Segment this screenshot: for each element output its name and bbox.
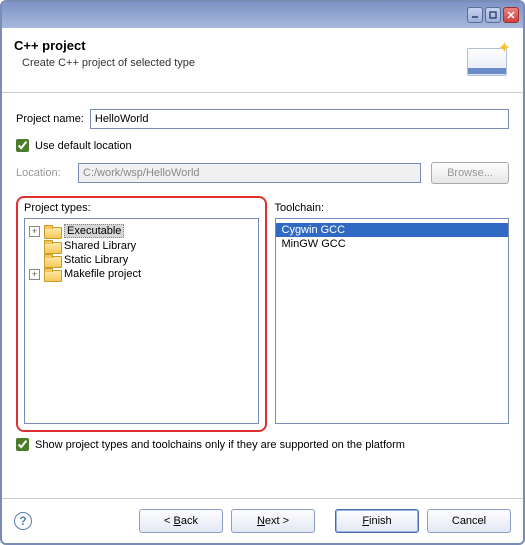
show-supported-checkbox[interactable] bbox=[16, 438, 29, 451]
tree-item-executable[interactable]: + Executable bbox=[25, 223, 258, 239]
wizard-icon: ✦ bbox=[463, 38, 511, 80]
use-default-location-label: Use default location bbox=[35, 140, 132, 152]
use-default-location-checkbox[interactable] bbox=[16, 139, 29, 152]
tree-item-label: Makefile project bbox=[64, 268, 141, 280]
project-types-panel: Project types: + Executable Shared Libra… bbox=[16, 196, 267, 432]
tree-item-shared-library[interactable]: Shared Library bbox=[25, 239, 258, 253]
tree-item-label: Shared Library bbox=[64, 240, 136, 252]
tree-item-makefile-project[interactable]: + Makefile project bbox=[25, 267, 258, 281]
tree-connector bbox=[29, 255, 40, 266]
location-input bbox=[78, 163, 421, 183]
folder-icon bbox=[44, 268, 60, 280]
plus-icon[interactable]: + bbox=[29, 226, 40, 237]
project-name-label: Project name: bbox=[16, 113, 84, 125]
next-button[interactable]: Next > bbox=[231, 509, 315, 533]
project-name-input[interactable] bbox=[90, 109, 509, 129]
maximize-button[interactable] bbox=[485, 7, 501, 23]
location-label: Location: bbox=[16, 167, 72, 179]
plus-icon[interactable]: + bbox=[29, 269, 40, 280]
folder-icon bbox=[44, 254, 60, 266]
banner: C++ project Create C++ project of select… bbox=[2, 28, 523, 93]
back-button[interactable]: < Back bbox=[139, 509, 223, 533]
tree-connector bbox=[29, 241, 40, 252]
show-supported-label: Show project types and toolchains only i… bbox=[35, 439, 405, 451]
list-item-mingw-gcc[interactable]: MinGW GCC bbox=[276, 237, 509, 251]
tree-item-label: Static Library bbox=[64, 254, 128, 266]
minimize-button[interactable] bbox=[467, 7, 483, 23]
toolchain-list[interactable]: Cygwin GCC MinGW GCC bbox=[275, 218, 510, 424]
tree-item-static-library[interactable]: Static Library bbox=[25, 253, 258, 267]
folder-icon bbox=[44, 240, 60, 252]
toolchain-panel: Toolchain: Cygwin GCC MinGW GCC bbox=[275, 196, 510, 432]
footer: ? < Back Next > Finish Cancel bbox=[2, 498, 523, 543]
tree-item-label: Executable bbox=[64, 224, 124, 238]
finish-button[interactable]: Finish bbox=[335, 509, 419, 533]
project-types-label: Project types: bbox=[24, 202, 259, 214]
browse-button: Browse... bbox=[431, 162, 509, 184]
project-name-row: Project name: bbox=[16, 109, 509, 129]
list-item-cygwin-gcc[interactable]: Cygwin GCC bbox=[276, 223, 509, 237]
panels: Project types: + Executable Shared Libra… bbox=[16, 196, 509, 432]
folder-icon bbox=[44, 225, 60, 237]
show-supported-row: Show project types and toolchains only i… bbox=[16, 438, 509, 451]
close-button[interactable] bbox=[503, 7, 519, 23]
page-title: C++ project bbox=[14, 38, 195, 53]
wizard-window: C++ project Create C++ project of select… bbox=[0, 0, 525, 545]
toolchain-label: Toolchain: bbox=[275, 202, 510, 214]
titlebar bbox=[2, 2, 523, 28]
content-area: Project name: Use default location Locat… bbox=[2, 93, 523, 498]
page-subtitle: Create C++ project of selected type bbox=[14, 57, 195, 69]
location-row: Location: Browse... bbox=[16, 162, 509, 184]
use-default-location-row: Use default location bbox=[16, 139, 509, 152]
project-types-tree[interactable]: + Executable Shared Library Static Libra… bbox=[24, 218, 259, 424]
cancel-button[interactable]: Cancel bbox=[427, 509, 511, 533]
help-icon[interactable]: ? bbox=[14, 512, 32, 530]
